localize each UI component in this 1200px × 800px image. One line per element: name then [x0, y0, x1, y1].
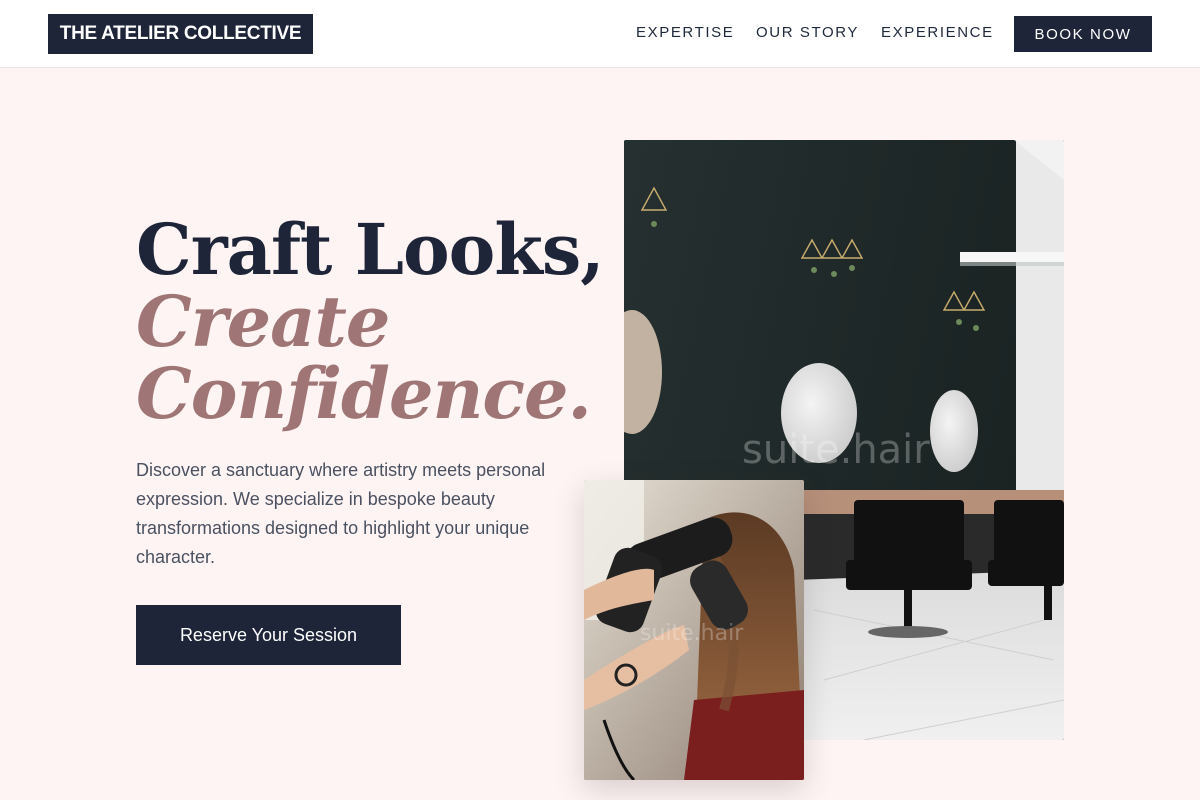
headline-accent-1: Create	[136, 280, 390, 363]
brand-logo[interactable]: THE ATELIER COLLECTIVE	[48, 14, 313, 54]
main-photo-watermark: suite.hair	[742, 427, 930, 473]
nav-link-expertise[interactable]: EXPERTISE	[636, 24, 734, 41]
nav-link-our-story[interactable]: OUR STORY	[756, 24, 859, 41]
site-header: THE ATELIER COLLECTIVE EXPERTISE OUR STO…	[0, 0, 1200, 68]
headline-accent-2: Confidence.	[136, 352, 592, 435]
hero-headline: Craft Looks, Create Confidence.	[136, 208, 605, 435]
book-now-button[interactable]: BOOK NOW	[1014, 16, 1152, 52]
headline-line-1: Craft Looks,	[136, 208, 605, 291]
reserve-session-button[interactable]: Reserve Your Session	[136, 605, 401, 665]
nav-link-experience[interactable]: EXPERIENCE	[881, 24, 994, 41]
small-photo-watermark: suite.hair	[640, 621, 744, 646]
hero-description: Discover a sanctuary where artistry meet…	[136, 460, 546, 567]
hair-styling-photo: suite.hair	[584, 480, 804, 780]
